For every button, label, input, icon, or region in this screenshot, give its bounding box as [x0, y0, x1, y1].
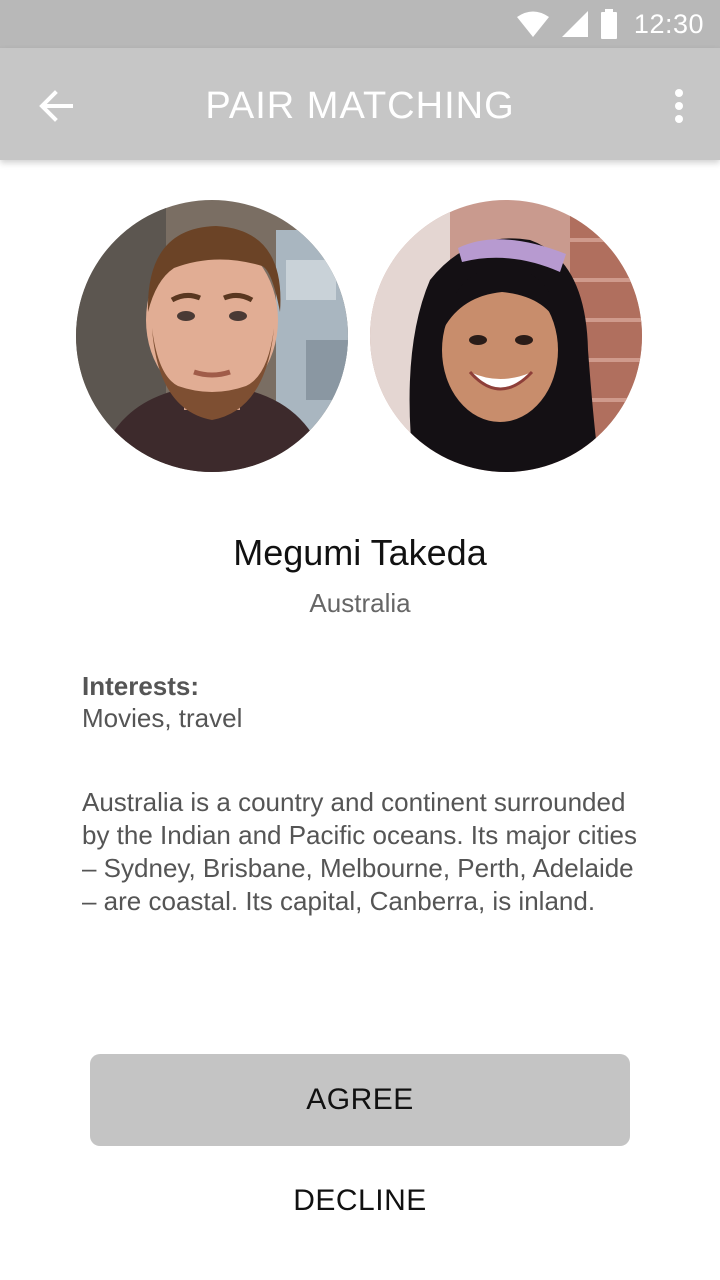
more-options-button[interactable]	[664, 80, 694, 132]
match-name: Megumi Takeda	[233, 532, 487, 573]
agree-button[interactable]: AGREE	[90, 1054, 630, 1146]
more-vert-icon	[675, 89, 683, 123]
status-bar: 12:30	[0, 0, 720, 48]
decline-button[interactable]: DECLINE	[90, 1166, 630, 1236]
app-bar: PAIR MATCHING	[0, 48, 720, 160]
signal-icon	[561, 11, 588, 37]
interests-label: Interests:	[82, 671, 200, 701]
page-title: PAIR MATCHING	[205, 85, 515, 127]
interests-value: Movies, travel	[82, 703, 243, 733]
interests-section: Interests: Movies, travel	[82, 670, 662, 734]
avatar-woman-image	[370, 200, 642, 472]
match-description: Australia is a country and continent sur…	[82, 787, 637, 916]
status-time: 12:30	[633, 8, 704, 39]
status-icons: 12:30	[516, 0, 704, 48]
avatar-man-image	[76, 200, 348, 472]
avatar-match[interactable]	[370, 200, 642, 472]
battery-icon	[600, 9, 617, 39]
wifi-icon	[516, 11, 549, 37]
match-country: Australia	[309, 588, 411, 618]
avatar-user[interactable]	[76, 200, 348, 472]
